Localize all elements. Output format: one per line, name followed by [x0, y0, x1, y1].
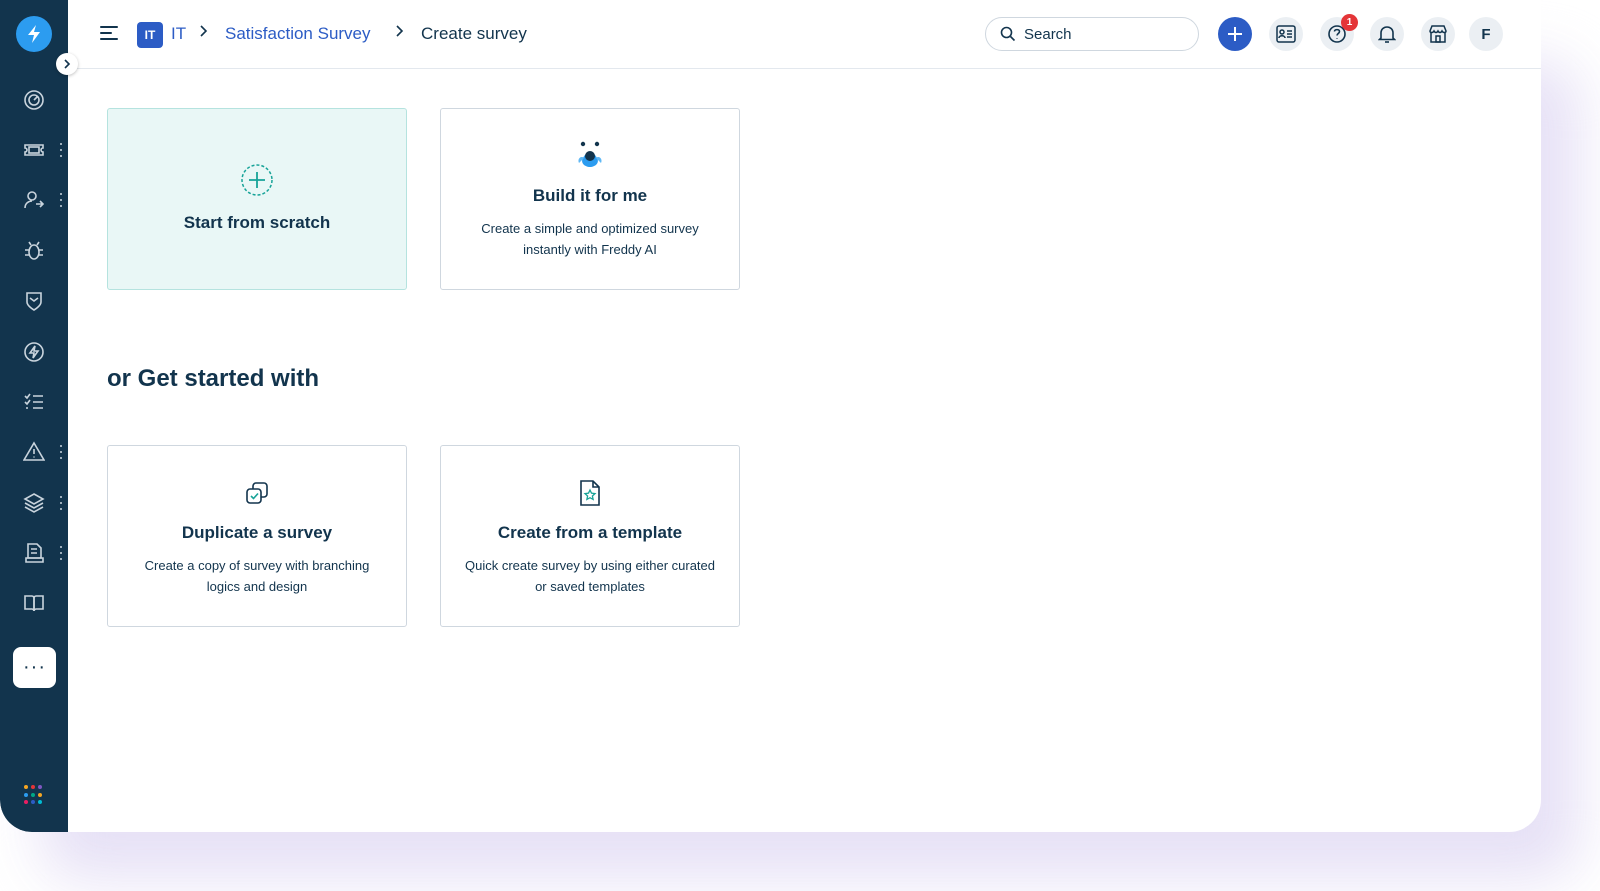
alerts-more-icon[interactable] — [59, 445, 63, 459]
card-title: Start from scratch — [183, 213, 331, 232]
breadcrumb-survey[interactable]: Satisfaction Survey — [225, 24, 371, 44]
tasks-icon[interactable] — [14, 382, 54, 422]
sidebar: ··· — [0, 0, 68, 832]
card-description: Create a simple and optimized survey ins… — [481, 221, 699, 257]
start-from-scratch-card[interactable]: Start from scratch — [107, 108, 407, 290]
add-circle-icon — [240, 163, 274, 197]
approvals-icon — [1276, 25, 1296, 43]
dashboard-icon[interactable] — [14, 80, 54, 120]
solutions-icon[interactable] — [14, 583, 54, 623]
reports-more-icon[interactable] — [59, 546, 63, 560]
tickets-icon[interactable] — [14, 130, 54, 170]
app-switcher-icon[interactable] — [24, 785, 44, 805]
section-heading: or Get started with — [107, 365, 320, 392]
new-item-button[interactable] — [1218, 17, 1252, 51]
duplicate-icon — [240, 476, 274, 510]
more-icon: ··· — [23, 656, 46, 678]
card-description: Create a copy of survey with branching l… — [144, 558, 370, 594]
breadcrumb-workspace[interactable]: IT — [171, 24, 186, 44]
user-avatar[interactable]: F — [1469, 17, 1503, 51]
search-icon — [1000, 26, 1016, 42]
chevron-right-icon — [64, 59, 71, 69]
card-description: Quick create survey by using either cura… — [465, 558, 716, 594]
breadcrumb-separator-icon — [395, 24, 405, 43]
problems-icon[interactable] — [14, 231, 54, 271]
freshservice-logo-icon[interactable] — [16, 16, 52, 52]
assets-icon[interactable] — [14, 483, 54, 523]
bell-icon — [1378, 26, 1396, 43]
contacts-more-icon[interactable] — [59, 193, 63, 207]
assets-more-icon[interactable] — [59, 496, 63, 510]
store-icon — [1429, 25, 1447, 43]
create-from-template-card[interactable]: Create from a template Quick create surv… — [440, 445, 740, 627]
card-title: Create from a template — [497, 523, 683, 542]
card-title: Build it for me — [532, 186, 648, 205]
app-window: ··· IT IT Satisfaction Survey Create sur… — [0, 0, 1541, 832]
breadcrumb-separator-icon — [199, 24, 209, 43]
menu-icon[interactable] — [100, 26, 118, 40]
contacts-icon[interactable] — [14, 180, 54, 220]
card-title: Duplicate a survey — [181, 523, 333, 542]
releases-icon[interactable] — [14, 332, 54, 372]
alerts-icon[interactable] — [14, 432, 54, 472]
search-input[interactable] — [1024, 25, 1174, 43]
template-icon — [573, 476, 607, 510]
more-modules-button[interactable]: ··· — [13, 647, 56, 688]
tickets-more-icon[interactable] — [59, 143, 63, 157]
plus-icon — [1228, 27, 1242, 41]
approvals-button[interactable] — [1269, 17, 1303, 51]
build-it-for-me-card[interactable]: Build it for me Create a simple and opti… — [440, 108, 740, 290]
duplicate-survey-card[interactable]: Duplicate a survey Create a copy of surv… — [107, 445, 407, 627]
notifications-button[interactable] — [1370, 17, 1404, 51]
search-box[interactable] — [985, 17, 1199, 51]
sidebar-expand-button[interactable] — [56, 53, 78, 75]
help-button[interactable]: 1 — [1320, 14, 1358, 51]
help-notification-badge: 1 — [1341, 14, 1358, 31]
breadcrumb-current: Create survey — [421, 24, 527, 43]
reports-icon[interactable] — [14, 533, 54, 573]
workspace-badge: IT — [137, 22, 163, 48]
top-header: IT IT Satisfaction Survey Create survey … — [68, 0, 1541, 69]
marketplace-button[interactable] — [1421, 17, 1455, 51]
freddy-ai-icon — [573, 137, 607, 171]
changes-icon[interactable] — [14, 281, 54, 321]
